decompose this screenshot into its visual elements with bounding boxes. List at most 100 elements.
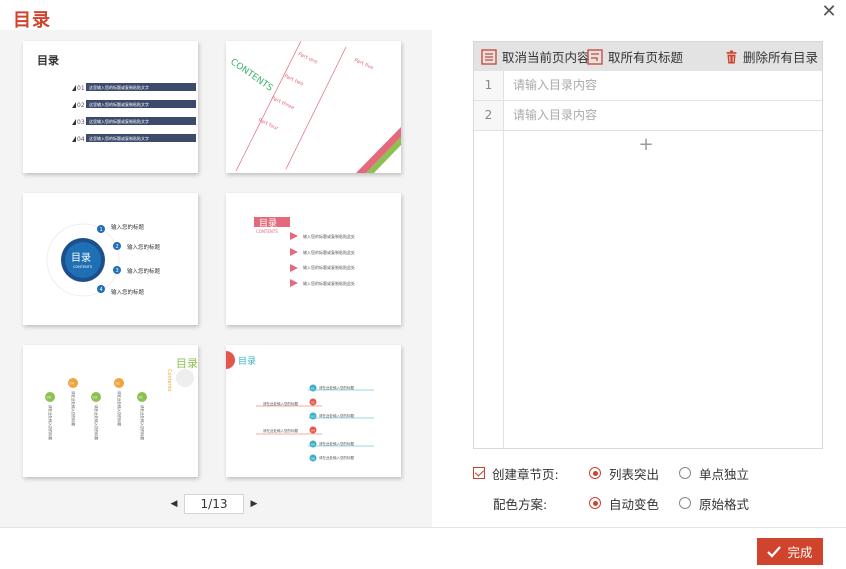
color-option-auto[interactable]: 自动变色 [589, 494, 659, 513]
chapter-option-single-point[interactable]: 单点独立 [679, 464, 749, 483]
radio-icon [679, 497, 691, 509]
svg-text:Part one: Part one [297, 51, 318, 65]
footer-divider [0, 527, 846, 528]
svg-text:请在此处输入您的标题: 请在此处输入您的标题 [319, 455, 354, 460]
radio-icon [679, 467, 691, 479]
svg-text:04: 04 [311, 429, 315, 433]
thumb3-heading: 目录 [71, 252, 91, 264]
toc-entry-input[interactable]: 请输入目录内容 [504, 71, 822, 100]
svg-text:输入您的标题或复制粘贴此处: 输入您的标题或复制粘贴此处 [303, 233, 355, 239]
chapter-option-list-highlight[interactable]: 列表突出 [589, 464, 659, 483]
svg-text:05: 05 [311, 443, 315, 447]
toc-entry-input[interactable]: 请输入目录内容 [504, 101, 822, 130]
svg-text:请在此处输入您的标题: 请在此处输入您的标题 [48, 405, 53, 440]
thumb1-list: 01 这里输入您的标题或复制粘贴文字 02 这里输入您的标题或复制粘贴文字 03… [72, 83, 196, 143]
thumb1-heading: 目录 [37, 54, 59, 67]
row-number: 2 [474, 101, 504, 130]
color-options: 配色方案: 自动变色 原始格式 [473, 493, 823, 513]
svg-text:这里输入您的标题或复制粘贴文字: 这里输入您的标题或复制粘贴文字 [89, 101, 149, 107]
radio-selected-icon [589, 497, 601, 509]
svg-text:请在此处输入您的标题: 请在此处输入您的标题 [117, 391, 122, 426]
toc-row: 1 请输入目录内容 [474, 71, 822, 101]
svg-text:请在此处输入您的标题: 请在此处输入您的标题 [263, 428, 298, 433]
svg-text:Part five: Part five [353, 57, 374, 71]
template-thumbnail-5[interactable]: 目录 Contents 05 请在此处输入您的标题 04 请在此处输入您的标题 … [23, 345, 198, 477]
prev-page-icon[interactable]: ◀ [166, 493, 182, 515]
cancel-current-page-button[interactable]: 取消当前页内容 [481, 42, 590, 71]
svg-text:这里输入您的标题或复制粘贴文字: 这里输入您的标题或复制粘贴文字 [89, 135, 149, 141]
svg-text:输入您的标题或复制粘贴此处: 输入您的标题或复制粘贴此处 [303, 280, 355, 286]
cancel-current-page-label: 取消当前页内容 [502, 50, 590, 65]
svg-text:04: 04 [70, 382, 75, 386]
svg-text:3: 3 [116, 268, 119, 274]
template-thumbnail-3[interactable]: 目录 CONTENTS 1 输入您的标题 2 输入您的标题 3 输入您的标题 4 输入您… [23, 193, 198, 325]
pager: ◀ 1/13 ▶ [166, 493, 262, 515]
svg-text:输入您的标题: 输入您的标题 [111, 288, 145, 296]
svg-text:输入您的标题: 输入您的标题 [127, 243, 161, 251]
color-option-original[interactable]: 原始格式 [679, 494, 749, 513]
cancel-all-titles-button[interactable]: 取所有页标题 [587, 42, 683, 71]
color-option-2-label: 原始格式 [699, 496, 750, 512]
cancel-all-titles-label: 取所有页标题 [608, 50, 684, 65]
svg-text:03: 03 [311, 415, 315, 419]
toc-dialog: 目录 ✕ 目录 01 这里输入您的标题或复制粘贴文字 02 这里输入您的标题或复… [0, 0, 846, 569]
svg-text:04: 04 [77, 136, 85, 143]
svg-text:2: 2 [116, 244, 119, 250]
svg-text:02: 02 [116, 382, 120, 386]
color-option-1-label: 自动变色 [609, 496, 660, 512]
svg-text:01: 01 [77, 85, 85, 92]
toc-row: 2 请输入目录内容 [474, 101, 822, 131]
svg-text:4: 4 [100, 287, 103, 293]
add-row-icon[interactable]: + [638, 134, 654, 156]
svg-text:Part four: Part four [257, 117, 280, 132]
done-button[interactable]: 完成 [757, 538, 823, 565]
svg-text:01: 01 [311, 387, 315, 391]
svg-text:Contents: Contents [166, 369, 172, 392]
svg-text:请在此处输入您的标题: 请在此处输入您的标题 [263, 401, 298, 406]
svg-text:输入您的标题或复制粘贴此处: 输入您的标题或复制粘贴此处 [303, 264, 355, 270]
svg-text:输入您的标题: 输入您的标题 [127, 267, 161, 275]
check-icon [767, 545, 782, 558]
color-scheme-label: 配色方案: [493, 496, 548, 512]
next-page-icon[interactable]: ▶ [246, 493, 262, 515]
delete-all-button[interactable]: 删除所有目录 [725, 42, 818, 71]
cancel-page-icon [481, 48, 497, 65]
chapter-options: 创建章节页: 列表突出 单点独立 [473, 463, 823, 483]
svg-text:请在此处输入您的标题: 请在此处输入您的标题 [319, 413, 354, 418]
titles-icon [587, 48, 603, 65]
svg-text:请在此处输入您的标题: 请在此处输入您的标题 [71, 391, 76, 426]
svg-text:请在此处输入您的标题: 请在此处输入您的标题 [94, 405, 99, 440]
template-thumbnail-1[interactable]: 目录 01 这里输入您的标题或复制粘贴文字 02 这里输入您的标题或复制粘贴文字… [23, 41, 198, 173]
template-thumbnail-6[interactable]: 目录 01 请在此处输入您的标题 02 请在此处输入您的标题 03 请在此处输入您的标… [226, 345, 401, 477]
svg-text:请在此处输入您的标题: 请在此处输入您的标题 [140, 405, 145, 440]
row-gutter [474, 131, 504, 448]
svg-text:05: 05 [47, 396, 51, 400]
svg-text:输入您的标题或复制粘贴此处: 输入您的标题或复制粘贴此处 [303, 249, 355, 255]
svg-text:CONTENTS: CONTENTS [73, 265, 93, 269]
chapter-option-2-label: 单点独立 [699, 466, 750, 482]
svg-text:Part two: Part two [283, 73, 304, 87]
page-indicator[interactable]: 1/13 [184, 494, 244, 514]
editor-toolbar: 取消当前页内容 取所有页标题 删除所有目录 [474, 42, 822, 71]
template-thumbnail-2[interactable]: CONTENTS Part one Part two Part three Pa… [226, 41, 401, 173]
template-thumbnail-4[interactable]: 目录 CONTENTS 输入您的标题或复制粘贴此处 输入您的标题或复制粘贴此处 … [226, 193, 401, 325]
radio-selected-icon [589, 467, 601, 479]
svg-text:输入您的标题: 输入您的标题 [111, 223, 145, 231]
thumb2-heading: CONTENTS [228, 57, 274, 94]
svg-text:这里输入您的标题或复制粘贴文字: 这里输入您的标题或复制粘贴文字 [89, 118, 149, 124]
svg-text:02: 02 [77, 102, 85, 109]
svg-text:请在此处输入您的标题: 请在此处输入您的标题 [319, 385, 354, 390]
row-number: 1 [474, 71, 504, 100]
thumb5-heading: 目录 [176, 357, 198, 370]
toc-editor: 取消当前页内容 取所有页标题 删除所有目录 1 请输入目录内容 2 请输入目录内… [473, 41, 823, 449]
svg-text:CONTENTS: CONTENTS [256, 229, 278, 234]
svg-text:请在此处输入您的标题: 请在此处输入您的标题 [319, 441, 354, 446]
create-chapter-label: 创建章节页: [492, 466, 559, 482]
svg-text:Part three: Part three [270, 95, 295, 111]
dialog-title: 目录 [13, 10, 51, 31]
svg-text:这里输入您的标题或复制粘贴文字: 这里输入您的标题或复制粘贴文字 [89, 84, 149, 90]
svg-text:03: 03 [93, 396, 97, 400]
close-icon[interactable]: ✕ [818, 2, 840, 24]
create-chapter-checkbox[interactable] [473, 467, 485, 479]
delete-all-label: 删除所有目录 [743, 50, 819, 65]
